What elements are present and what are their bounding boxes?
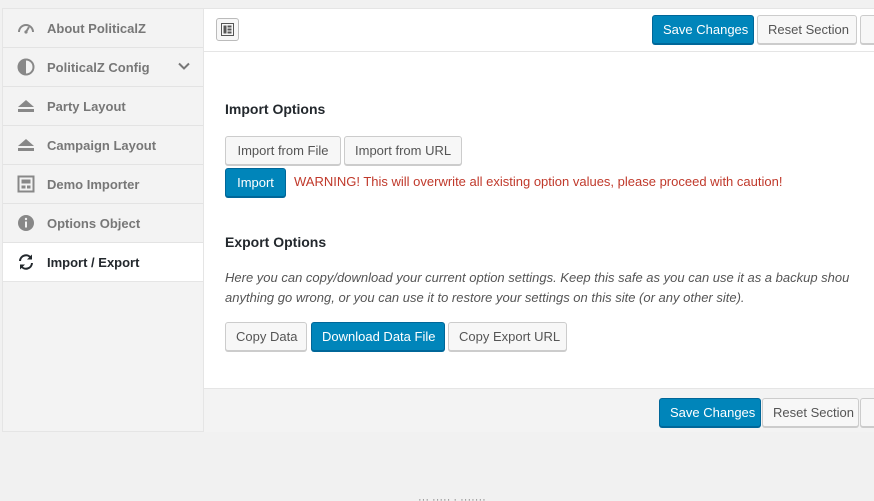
info-icon [16,213,36,233]
options-panel: About PoliticalZ PoliticalZ Config Party… [2,8,874,432]
bottom-toolbar: Save Changes Reset Section R [204,388,874,432]
export-description: Here you can copy/download your current … [225,268,849,308]
footer-credit: ··· ····· · ······· [418,494,486,501]
save-button[interactable]: Save Changes [659,398,761,427]
sidebar-item-label: Import / Export [47,254,140,270]
sidebar-item-label: Campaign Layout [47,137,157,153]
reset-section-button[interactable]: Reset Section [757,15,857,44]
sidebar-item-label: Demo Importer [47,176,140,192]
importer-icon [16,174,36,194]
import-warning: WARNING! This will overwrite all existin… [294,174,783,189]
sidebar-item-demo-importer[interactable]: Demo Importer [3,165,203,204]
export-description-line: Here you can copy/download your current … [225,270,850,285]
sidebar-item-label: PoliticalZ Config [47,59,150,75]
layout-icon [221,23,234,36]
sidebar-item-campaign-layout[interactable]: Campaign Layout [3,126,203,165]
eject-icon [16,96,36,116]
content-area: Save Changes Reset Section R Import Opti… [204,9,874,432]
export-description-line: anything go wrong, or you can use it to … [225,290,745,305]
export-options-title: Export Options [225,234,327,250]
main-section: Import Options Import from File Import f… [204,53,874,389]
download-data-file-button[interactable]: Download Data File [311,322,445,351]
import-from-url-button[interactable]: Import from URL [344,136,462,165]
reset-section-button[interactable]: Reset Section [762,398,859,427]
refresh-icon [16,252,36,272]
reset-all-button[interactable]: R [860,398,874,427]
sidebar-item-options-object[interactable]: Options Object [3,204,203,243]
chevron-down-icon[interactable] [177,59,191,73]
save-button[interactable]: Save Changes [652,15,754,44]
import-button[interactable]: Import [225,168,286,197]
sidebar-item-label: Party Layout [47,98,126,114]
sidebar-item-label: Options Object [47,215,141,231]
dashboard-icon [16,18,36,38]
top-toolbar: Save Changes Reset Section R [204,9,874,52]
sidebar-item-label: About PoliticalZ [47,20,146,36]
sidebar-item-import-export[interactable]: Import / Export [3,243,203,282]
import-options-title: Import Options [225,101,326,117]
copy-data-button[interactable]: Copy Data [225,322,307,351]
sidebar-item-party-layout[interactable]: Party Layout [3,87,203,126]
import-from-file-button[interactable]: Import from File [225,136,341,165]
half-circle-icon [16,57,36,77]
eject-icon [16,135,36,155]
sidebar-item-config[interactable]: PoliticalZ Config [3,48,203,87]
copy-export-url-button[interactable]: Copy Export URL [448,322,567,351]
reset-all-button[interactable]: R [860,15,874,44]
sidebar-item-about[interactable]: About PoliticalZ [3,9,203,48]
layout-toggle-button[interactable] [216,18,239,41]
sidebar: About PoliticalZ PoliticalZ Config Party… [3,9,204,431]
